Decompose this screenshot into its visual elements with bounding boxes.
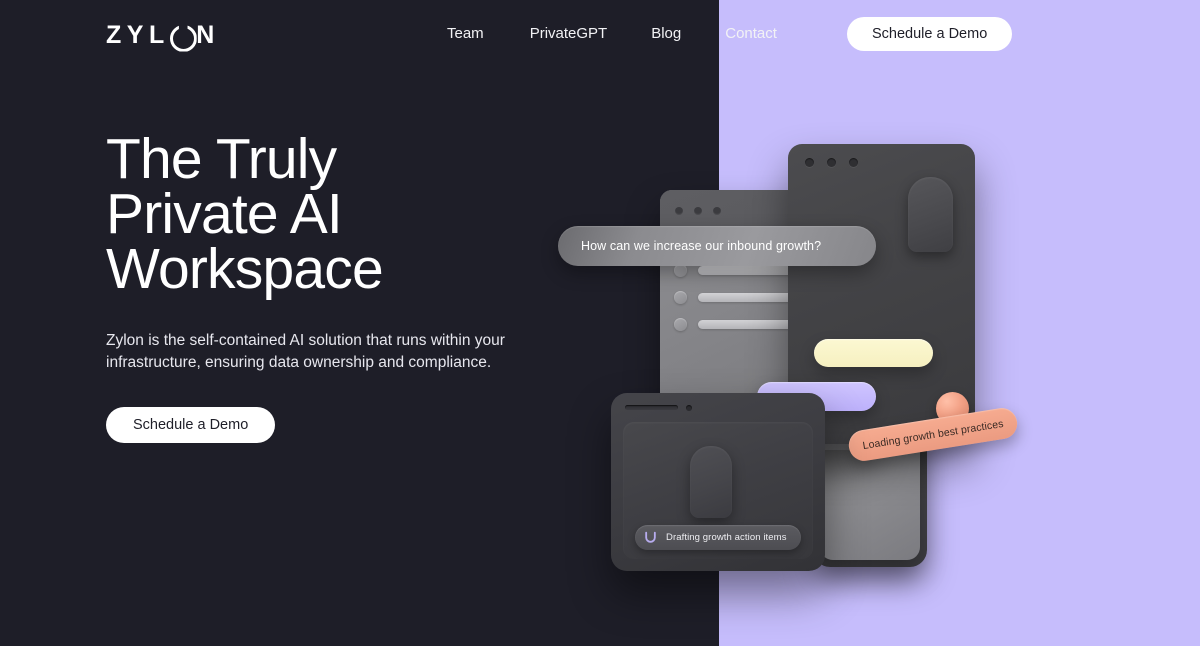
window-dot-icon <box>713 207 721 215</box>
window-dot-icon <box>827 158 836 167</box>
list-bullet-icon <box>674 318 687 331</box>
capsule-shape <box>690 446 732 518</box>
hero-title: The Truly Private AI Workspace <box>106 127 384 301</box>
device-screen: Drafting growth action items <box>623 422 813 559</box>
logo-open-circle-icon <box>170 25 191 46</box>
hero-schedule-demo-button[interactable]: Schedule a Demo <box>106 407 276 443</box>
drafting-status-pill: Drafting growth action items <box>635 525 801 550</box>
window-dot-icon <box>849 158 858 167</box>
main-window-titlebar <box>805 158 858 167</box>
nav-links: Team PrivateGPT Blog Contact <box>447 24 777 44</box>
window-dot-icon <box>694 207 702 215</box>
hero-illustration: How can we increase our inbound growth? … <box>555 130 1035 590</box>
hero-subtitle: Zylon is the self-contained AI solution … <box>106 332 505 371</box>
top-navigation-bar: ZYL N Team PrivateGPT Blog Contact Schedu… <box>0 0 1200 68</box>
logo-text-before: ZYL <box>106 20 170 49</box>
device-camera-icon <box>686 405 692 411</box>
chat-bubble: How can we increase our inbound growth? <box>558 226 876 266</box>
device-card: Drafting growth action items <box>611 393 825 571</box>
window-dot-icon <box>675 207 683 215</box>
nav-link-team[interactable]: Team <box>447 24 484 44</box>
hero-content: The Truly Private AI Workspace Zylon is … <box>106 127 576 443</box>
loading-spinner-icon <box>645 531 656 543</box>
drafting-status-text: Drafting growth action items <box>666 532 787 543</box>
logo-text-after: N <box>196 20 220 49</box>
cream-pill-shape <box>814 339 933 367</box>
device-speaker-icon <box>625 405 678 410</box>
nav-schedule-demo-button[interactable]: Schedule a Demo <box>847 17 1013 51</box>
nav-link-blog[interactable]: Blog <box>651 24 681 44</box>
chat-bubble-text: How can we increase our inbound growth? <box>581 239 822 253</box>
nav-link-contact[interactable]: Contact <box>725 24 777 44</box>
brand-logo[interactable]: ZYL N <box>106 21 220 49</box>
list-bullet-icon <box>674 291 687 304</box>
window-dot-icon <box>805 158 814 167</box>
nav-link-privategpt[interactable]: PrivateGPT <box>530 24 608 44</box>
hero-page: ZYL N Team PrivateGPT Blog Contact Schedu… <box>0 0 1200 646</box>
capsule-shape <box>908 177 953 252</box>
